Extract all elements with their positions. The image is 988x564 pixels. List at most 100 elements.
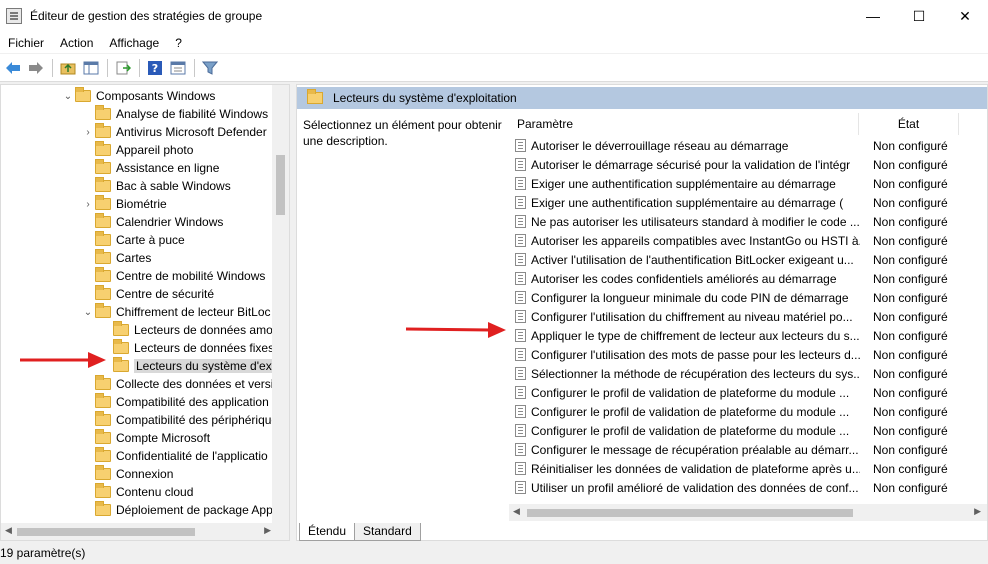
tree-item[interactable]: ⌄ Composants Windows: [61, 87, 215, 105]
tree-item[interactable]: Lecteurs de données fixes: [99, 339, 274, 357]
column-header-etat[interactable]: État: [859, 113, 959, 135]
policy-setting-icon: [515, 367, 526, 380]
tree-vertical-scrollbar[interactable]: [272, 85, 289, 525]
policy-row[interactable]: Configurer le profil de validation de pl…: [511, 421, 987, 440]
policy-row[interactable]: Autoriser les appareils compatibles avec…: [511, 231, 987, 250]
policy-row[interactable]: Autoriser le démarrage sécurisé pour la …: [511, 155, 987, 174]
help-icon[interactable]: ?: [144, 57, 166, 79]
back-icon[interactable]: [2, 57, 24, 79]
policy-row[interactable]: Autoriser le déverrouillage réseau au dé…: [511, 136, 987, 155]
policy-row[interactable]: Exiger une authentification supplémentai…: [511, 193, 987, 212]
list-horizontal-scrollbar[interactable]: ◀ ▶: [509, 504, 987, 521]
policy-setting-icon: [515, 177, 526, 190]
policy-row[interactable]: Exiger une authentification supplémentai…: [511, 174, 987, 193]
tree-item[interactable]: Lecteurs de données amo: [99, 321, 273, 339]
forward-icon[interactable]: [25, 57, 47, 79]
tree-item[interactable]: Connexion: [81, 465, 173, 483]
tree-item[interactable]: Centre de mobilité Windows: [81, 267, 265, 285]
expand-chevron-icon[interactable]: ›: [81, 125, 95, 139]
tree-item[interactable]: Compte Microsoft: [81, 429, 210, 447]
policy-state: Non configuré: [873, 366, 948, 381]
policy-row[interactable]: Configurer le profil de validation de pl…: [511, 383, 987, 402]
policy-name: Configurer l'utilisation des mots de pas…: [531, 347, 860, 362]
tree-item[interactable]: Centre de sécurité: [81, 285, 214, 303]
filter-icon[interactable]: [199, 57, 221, 79]
column-header-parametre[interactable]: Paramètre: [511, 113, 859, 135]
policy-state: Non configuré: [873, 138, 948, 153]
properties-icon[interactable]: [167, 57, 189, 79]
tree-horizontal-scroll-thumb[interactable]: [17, 528, 195, 536]
policy-row[interactable]: Configurer la longueur minimale du code …: [511, 288, 987, 307]
folder-icon: [95, 393, 111, 408]
policy-row[interactable]: Appliquer le type de chiffrement de lect…: [511, 326, 987, 345]
tree-item[interactable]: › Antivirus Microsoft Defender: [81, 123, 267, 141]
policy-row[interactable]: Configurer le profil de validation de pl…: [511, 402, 987, 421]
annotation-arrow-list: [405, 322, 506, 338]
tree-item-label: Carte à puce: [116, 233, 185, 247]
folder-icon: [95, 465, 111, 480]
menu-action[interactable]: Action: [52, 32, 101, 54]
policy-row[interactable]: Ne pas autoriser les utilisateurs standa…: [511, 212, 987, 231]
tab-etendu[interactable]: Étendu: [299, 523, 356, 541]
tree-item[interactable]: Compatibilité des périphérique: [81, 411, 278, 429]
tree-item[interactable]: Lecteurs du système d'exp: [99, 357, 281, 375]
expand-chevron-icon[interactable]: ›: [81, 197, 95, 211]
tree-horizontal-scrollbar[interactable]: ◀ ▶: [1, 523, 289, 540]
tree-item[interactable]: Calendrier Windows: [81, 213, 223, 231]
tree-item[interactable]: Appareil photo: [81, 141, 193, 159]
collapse-chevron-icon[interactable]: ⌄: [61, 89, 75, 103]
tree-item[interactable]: › Biométrie: [81, 195, 167, 213]
tree-item[interactable]: Déploiement de package App: [81, 501, 273, 519]
policy-row[interactable]: Réinitialiser les données de validation …: [511, 459, 987, 478]
close-button[interactable]: ✕: [942, 0, 988, 32]
collapse-chevron-icon[interactable]: ⌄: [81, 305, 95, 319]
tree-item[interactable]: Assistance en ligne: [81, 159, 219, 177]
menu-help[interactable]: ?: [167, 32, 190, 54]
tree-item[interactable]: Carte à puce: [81, 231, 185, 249]
tree-item[interactable]: Contenu cloud: [81, 483, 193, 501]
list-horizontal-scroll-thumb[interactable]: [527, 509, 853, 517]
show-hide-tree-icon[interactable]: [80, 57, 102, 79]
minimize-button[interactable]: —: [850, 0, 896, 32]
description-panel: Sélectionnez un élément pour obtenir une…: [303, 118, 502, 148]
policy-name: Configurer le message de récupération pr…: [531, 442, 859, 457]
policy-name: Sélectionner la méthode de récupération …: [531, 366, 860, 381]
scroll-left-icon[interactable]: ◀: [513, 506, 520, 517]
policy-row[interactable]: Autoriser les codes confidentiels amélio…: [511, 269, 987, 288]
tree-item[interactable]: Confidentialité de l'applicatio: [81, 447, 268, 465]
scroll-right-icon[interactable]: ▶: [974, 506, 981, 517]
export-list-icon[interactable]: [112, 57, 134, 79]
policy-row[interactable]: Utiliser un profil amélioré de validatio…: [511, 478, 987, 497]
tab-standard[interactable]: Standard: [354, 523, 421, 541]
policy-row[interactable]: Activer l'utilisation de l'authentificat…: [511, 250, 987, 269]
policy-row[interactable]: Sélectionner la méthode de récupération …: [511, 364, 987, 383]
scroll-right-icon[interactable]: ▶: [264, 525, 271, 536]
tree-item[interactable]: ⌄ Chiffrement de lecteur BitLoc: [81, 303, 271, 321]
tree-item[interactable]: Collecte des données et versio: [81, 375, 280, 393]
policy-row[interactable]: Configurer l'utilisation du chiffrement …: [511, 307, 987, 326]
policy-row[interactable]: Configurer le message de récupération pr…: [511, 440, 987, 459]
policy-row[interactable]: Configurer l'utilisation des mots de pas…: [511, 345, 987, 364]
window-title: Éditeur de gestion des stratégies de gro…: [30, 9, 263, 23]
scroll-left-icon[interactable]: ◀: [5, 525, 12, 536]
up-folder-icon[interactable]: [57, 57, 79, 79]
tree-item[interactable]: Compatibilité des application: [81, 393, 269, 411]
policy-setting-icon: [515, 196, 526, 209]
tree-vertical-scroll-thumb[interactable]: [276, 155, 285, 215]
tree-item[interactable]: Analyse de fiabilité Windows: [81, 105, 268, 123]
policy-name: Exiger une authentification supplémentai…: [531, 195, 844, 210]
menu-fichier[interactable]: Fichier: [0, 32, 52, 54]
tree-item[interactable]: Cartes: [81, 249, 151, 267]
menu-affichage[interactable]: Affichage: [101, 32, 167, 54]
window-controls: — ☐ ✕: [850, 0, 988, 32]
policy-setting-icon: [515, 443, 526, 456]
tree-item[interactable]: Bac à sable Windows: [81, 177, 231, 195]
maximize-button[interactable]: ☐: [896, 0, 942, 32]
tree-item-label: Appareil photo: [116, 143, 194, 157]
policy-setting-icon: [515, 291, 526, 304]
gpedit-app-icon: [6, 8, 22, 24]
